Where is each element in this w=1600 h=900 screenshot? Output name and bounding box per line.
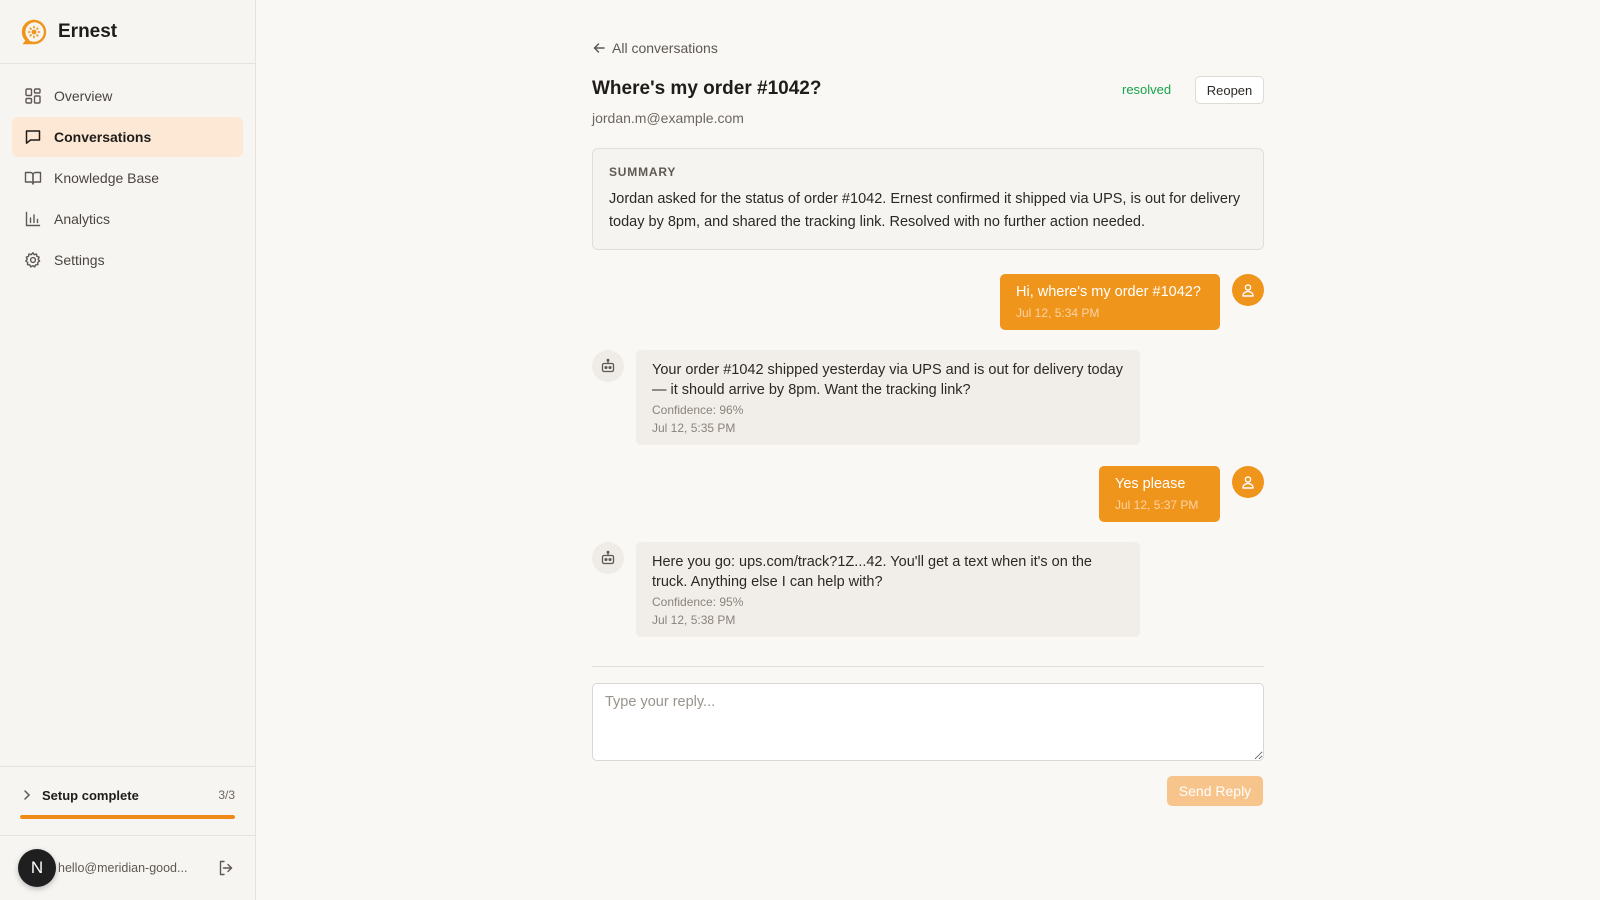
chat-icon bbox=[24, 128, 42, 146]
message-time: Jul 12, 5:34 PM bbox=[1016, 306, 1100, 320]
user-message: Yes please Jul 12, 5:37 PM bbox=[1099, 466, 1220, 522]
message-text: Hi, where's my order #1042? bbox=[1016, 284, 1201, 300]
brand[interactable]: Ernest bbox=[0, 0, 255, 64]
confidence-score: Confidence: 96% bbox=[652, 403, 744, 417]
app-name: Ernest bbox=[58, 20, 118, 42]
sidebar-item-analytics[interactable]: Analytics bbox=[12, 199, 243, 239]
user-bar: N hello@meridian-good... bbox=[0, 836, 255, 900]
sidebar-nav: Overview Conversations Knowledge Base An… bbox=[0, 64, 255, 280]
customer-email: jordan.m@example.com bbox=[592, 110, 744, 126]
back-link[interactable]: All conversations bbox=[592, 40, 718, 56]
confidence-score: Confidence: 95% bbox=[652, 595, 744, 609]
user-message: Hi, where's my order #1042? Jul 12, 5:34… bbox=[1000, 274, 1220, 330]
reply-input[interactable] bbox=[592, 683, 1264, 761]
message-time: Jul 12, 5:37 PM bbox=[1115, 498, 1199, 512]
user-icon bbox=[1242, 476, 1254, 489]
message-text: Your order #1042 shipped yesterday via U… bbox=[652, 362, 1123, 398]
user-icon bbox=[1242, 284, 1254, 297]
send-reply-button[interactable]: Send Reply bbox=[1167, 776, 1263, 806]
setup-progress-bar bbox=[20, 815, 235, 819]
customer-avatar bbox=[1232, 274, 1264, 306]
sidebar-item-conversations[interactable]: Conversations bbox=[12, 117, 243, 157]
setup-progress-fill bbox=[20, 815, 235, 819]
bot-avatar bbox=[592, 350, 624, 382]
message-text: Yes please bbox=[1115, 476, 1186, 492]
sidebar-item-label: Settings bbox=[54, 252, 105, 268]
book-icon bbox=[24, 169, 42, 187]
summary-text: Jordan asked for the status of order #10… bbox=[609, 191, 1241, 230]
sidebar-item-label: Analytics bbox=[54, 211, 111, 227]
gear-icon bbox=[24, 251, 42, 269]
back-link-label: All conversations bbox=[612, 40, 718, 56]
sidebar-item-knowledge-base[interactable]: Knowledge Base bbox=[12, 158, 243, 198]
setup-count: 3/3 bbox=[218, 788, 235, 802]
bot-avatar bbox=[592, 542, 624, 574]
message-time: Jul 12, 5:38 PM bbox=[652, 613, 736, 627]
ernest-logo-icon bbox=[20, 18, 48, 46]
message-time: Jul 12, 5:35 PM bbox=[652, 421, 736, 435]
sidebar-item-label: Conversations bbox=[54, 129, 152, 145]
summary-card: SUMMARY Jordan asked for the status of o… bbox=[592, 148, 1264, 250]
sidebar-item-label: Knowledge Base bbox=[54, 170, 160, 186]
page-title: Where's my order #1042? bbox=[592, 78, 822, 99]
setup-label: Setup complete bbox=[42, 787, 139, 803]
arrow-left-icon bbox=[592, 41, 606, 55]
sidebar-item-settings[interactable]: Settings bbox=[12, 240, 243, 280]
bot-message: Here you go: ups.com/track?1Z...42. You'… bbox=[636, 542, 1140, 637]
logout-icon[interactable] bbox=[217, 859, 235, 877]
setup-progress[interactable]: Setup complete 3/3 bbox=[0, 766, 255, 836]
bot-icon bbox=[601, 550, 615, 565]
sidebar: Ernest Overview Conversations Knowledge … bbox=[0, 0, 256, 900]
summary-heading: SUMMARY bbox=[609, 165, 677, 179]
chevron-right-icon bbox=[20, 788, 34, 802]
sidebar-item-label: Overview bbox=[54, 88, 113, 104]
reopen-button[interactable]: Reopen bbox=[1195, 76, 1264, 104]
bot-message: Your order #1042 shipped yesterday via U… bbox=[636, 350, 1140, 445]
user-email: hello@meridian-good... bbox=[58, 861, 188, 875]
status-badge: resolved bbox=[1122, 82, 1172, 97]
bar-chart-icon bbox=[24, 210, 42, 228]
grid-icon bbox=[24, 87, 42, 105]
customer-avatar bbox=[1232, 466, 1264, 498]
sidebar-item-overview[interactable]: Overview bbox=[12, 76, 243, 116]
bot-icon bbox=[601, 358, 615, 373]
divider bbox=[592, 666, 1264, 667]
message-text: Here you go: ups.com/track?1Z...42. You'… bbox=[652, 554, 1092, 590]
avatar[interactable]: N bbox=[18, 849, 56, 887]
